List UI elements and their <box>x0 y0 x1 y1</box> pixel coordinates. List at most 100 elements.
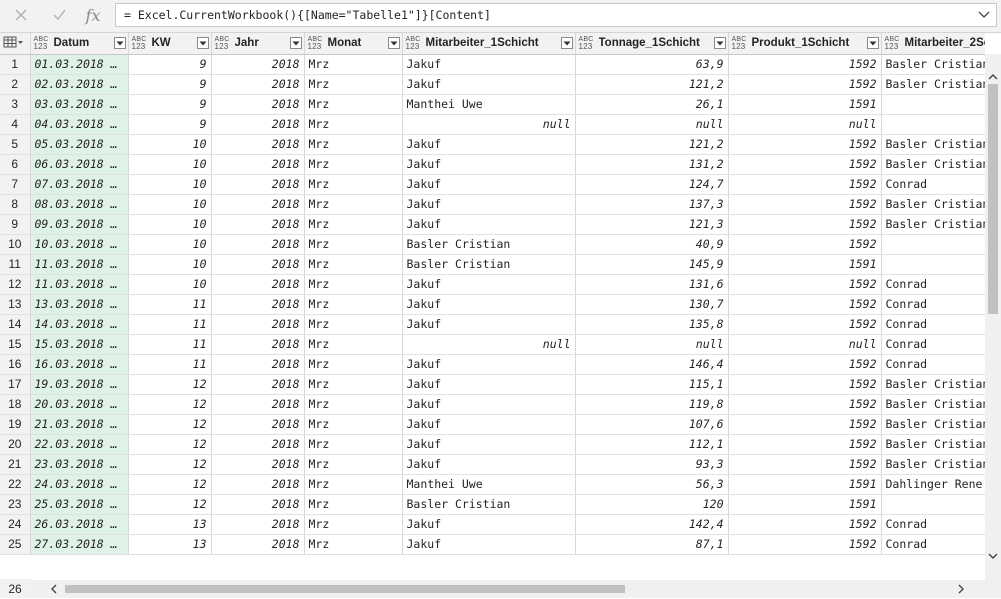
cell-mitarbeiter-1schicht[interactable]: Jakuf <box>402 374 576 395</box>
cell-produkt-1schicht[interactable]: 1592 <box>728 294 882 315</box>
cell-produkt-1schicht[interactable]: 1591 <box>728 94 882 115</box>
cancel-formula-button[interactable] <box>6 0 36 30</box>
cell-tonnage-1schicht[interactable]: 120 <box>575 494 729 515</box>
cell-mitarbeiter-2schicht[interactable]: Conrad <box>881 314 985 335</box>
row-number[interactable]: 3 <box>0 94 31 115</box>
scroll-left-button[interactable] <box>44 580 62 598</box>
cell-datum[interactable]: 03.03.2018 … <box>30 94 129 115</box>
cell-produkt-1schicht[interactable]: 1592 <box>728 134 882 155</box>
column-header-mitarbeiter-1schicht[interactable]: ABC 123 Mitarbeiter_1Schicht <box>402 33 576 55</box>
cell-monat[interactable]: Mrz <box>304 454 403 475</box>
filter-dropdown-icon[interactable] <box>387 37 400 50</box>
cell-jahr[interactable]: 2018 <box>211 294 305 315</box>
cell-monat[interactable]: Mrz <box>304 314 403 335</box>
cell-monat[interactable]: Mrz <box>304 134 403 155</box>
column-header-datum[interactable]: ABC 123 Datum <box>30 33 129 55</box>
cell-jahr[interactable]: 2018 <box>211 234 305 255</box>
cell-mitarbeiter-2schicht[interactable] <box>881 254 985 275</box>
cell-monat[interactable]: Mrz <box>304 294 403 315</box>
cell-mitarbeiter-1schicht[interactable]: Manthei Uwe <box>402 94 576 115</box>
row-number[interactable]: 5 <box>0 134 31 155</box>
cell-jahr[interactable]: 2018 <box>211 174 305 195</box>
cell-produkt-1schicht[interactable]: 1592 <box>728 194 882 215</box>
row-number[interactable]: 6 <box>0 154 31 175</box>
cell-tonnage-1schicht[interactable]: 130,7 <box>575 294 729 315</box>
cell-tonnage-1schicht[interactable]: null <box>575 114 729 135</box>
cell-datum[interactable]: 11.03.2018 … <box>30 254 129 275</box>
cell-mitarbeiter-2schicht[interactable]: Basler Cristian <box>881 54 985 75</box>
row-number[interactable]: 7 <box>0 174 31 195</box>
cell-kw[interactable]: 12 <box>128 494 212 515</box>
cell-jahr[interactable]: 2018 <box>211 114 305 135</box>
cell-produkt-1schicht[interactable]: 1591 <box>728 254 882 275</box>
row-number[interactable]: 2 <box>0 74 31 95</box>
cell-mitarbeiter-2schicht[interactable]: Conrad <box>881 354 985 375</box>
cell-monat[interactable]: Mrz <box>304 514 403 535</box>
cell-tonnage-1schicht[interactable]: 135,8 <box>575 314 729 335</box>
cell-kw[interactable]: 10 <box>128 154 212 175</box>
cell-tonnage-1schicht[interactable]: 146,4 <box>575 354 729 375</box>
cell-kw[interactable]: 10 <box>128 214 212 235</box>
cell-produkt-1schicht[interactable]: 1592 <box>728 214 882 235</box>
cell-datum[interactable]: 07.03.2018 … <box>30 174 129 195</box>
cell-datum[interactable]: 15.03.2018 … <box>30 334 129 355</box>
cell-datum[interactable]: 05.03.2018 … <box>30 134 129 155</box>
cell-kw[interactable]: 10 <box>128 174 212 195</box>
cell-monat[interactable]: Mrz <box>304 414 403 435</box>
cell-datum[interactable]: 13.03.2018 … <box>30 294 129 315</box>
cell-tonnage-1schicht[interactable]: 115,1 <box>575 374 729 395</box>
cell-tonnage-1schicht[interactable]: 87,1 <box>575 534 729 555</box>
cell-kw[interactable]: 12 <box>128 394 212 415</box>
cell-kw[interactable]: 10 <box>128 234 212 255</box>
cell-datum[interactable]: 11.03.2018 … <box>30 274 129 295</box>
cell-produkt-1schicht[interactable]: 1592 <box>728 54 882 75</box>
cell-jahr[interactable]: 2018 <box>211 514 305 535</box>
cell-mitarbeiter-1schicht[interactable]: Jakuf <box>402 154 576 175</box>
cell-tonnage-1schicht[interactable]: 142,4 <box>575 514 729 535</box>
cell-monat[interactable]: Mrz <box>304 534 403 555</box>
cell-monat[interactable]: Mrz <box>304 54 403 75</box>
cell-datum[interactable]: 14.03.2018 … <box>30 314 129 335</box>
cell-mitarbeiter-2schicht[interactable] <box>881 234 985 255</box>
cell-mitarbeiter-2schicht[interactable]: Conrad <box>881 514 985 535</box>
row-number[interactable]: 21 <box>0 454 31 475</box>
cell-mitarbeiter-2schicht[interactable]: Conrad <box>881 294 985 315</box>
cell-mitarbeiter-1schicht[interactable]: Jakuf <box>402 314 576 335</box>
column-header-tonnage-1schicht[interactable]: ABC 123 Tonnage_1Schicht <box>575 33 729 55</box>
formula-input[interactable]: = Excel.CurrentWorkbook(){[Name="Tabelle… <box>115 3 997 27</box>
cell-monat[interactable]: Mrz <box>304 94 403 115</box>
cell-kw[interactable]: 13 <box>128 514 212 535</box>
cell-kw[interactable]: 10 <box>128 194 212 215</box>
cell-kw[interactable]: 12 <box>128 434 212 455</box>
type-any-icon[interactable]: ABC 123 <box>579 36 594 51</box>
cell-mitarbeiter-1schicht[interactable]: Jakuf <box>402 354 576 375</box>
cell-jahr[interactable]: 2018 <box>211 474 305 495</box>
cell-kw[interactable]: 12 <box>128 454 212 475</box>
cell-produkt-1schicht[interactable]: 1592 <box>728 74 882 95</box>
cell-mitarbeiter-2schicht[interactable]: Basler Cristian <box>881 454 985 475</box>
cell-monat[interactable]: Mrz <box>304 214 403 235</box>
row-number[interactable]: 11 <box>0 254 31 275</box>
cell-tonnage-1schicht[interactable]: 119,8 <box>575 394 729 415</box>
cell-produkt-1schicht[interactable]: 1592 <box>728 514 882 535</box>
cell-mitarbeiter-1schicht[interactable]: null <box>402 334 576 355</box>
cell-datum[interactable]: 26.03.2018 … <box>30 514 129 535</box>
cell-mitarbeiter-2schicht[interactable]: Conrad <box>881 174 985 195</box>
cell-mitarbeiter-1schicht[interactable]: Jakuf <box>402 74 576 95</box>
cell-produkt-1schicht[interactable]: null <box>728 114 882 135</box>
column-header-mitarbeiter-2schicht[interactable]: ABC123 Mitarbeiter_2Schicht <box>881 33 985 55</box>
row-number[interactable]: 1 <box>0 54 31 75</box>
cell-mitarbeiter-1schicht[interactable]: Jakuf <box>402 174 576 195</box>
cell-jahr[interactable]: 2018 <box>211 194 305 215</box>
cell-tonnage-1schicht[interactable]: 137,3 <box>575 194 729 215</box>
filter-dropdown-icon[interactable] <box>866 37 879 50</box>
cell-datum[interactable]: 22.03.2018 … <box>30 434 129 455</box>
cell-tonnage-1schicht[interactable]: 131,6 <box>575 274 729 295</box>
cell-tonnage-1schicht[interactable]: 121,3 <box>575 214 729 235</box>
cell-mitarbeiter-1schicht[interactable]: Jakuf <box>402 514 576 535</box>
row-number[interactable]: 14 <box>0 314 31 335</box>
type-any-icon[interactable]: ABC 123 <box>406 36 421 51</box>
cell-mitarbeiter-2schicht[interactable]: Basler Cristian <box>881 134 985 155</box>
cell-tonnage-1schicht[interactable]: 40,9 <box>575 234 729 255</box>
cell-monat[interactable]: Mrz <box>304 494 403 515</box>
